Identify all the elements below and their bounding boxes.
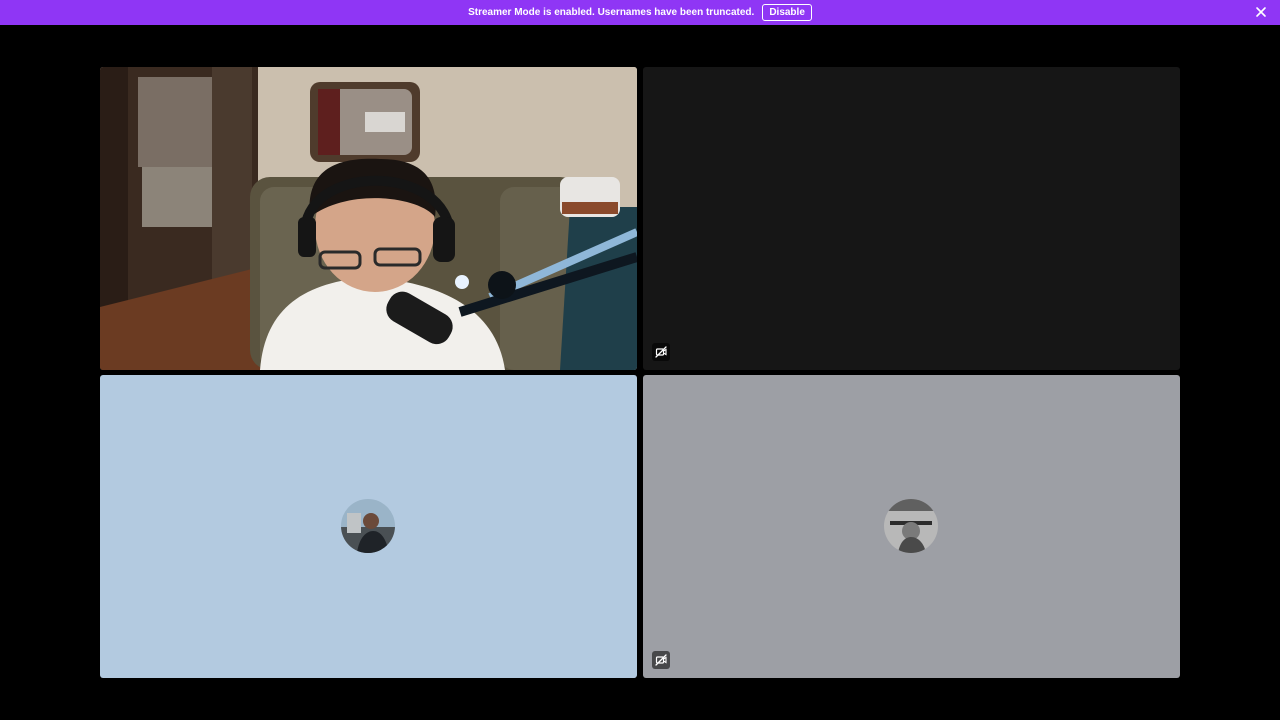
video-off-icon — [652, 651, 670, 669]
video-off-icon — [652, 343, 670, 361]
disable-streamer-mode-button[interactable]: Disable — [762, 4, 812, 21]
participant-tile-avatar[interactable] — [100, 375, 637, 678]
call-stage — [0, 25, 1280, 720]
avatar — [884, 499, 938, 553]
participant-tile-avatar-camera-off[interactable] — [643, 375, 1180, 678]
avatar — [341, 499, 395, 553]
close-icon[interactable] — [1254, 5, 1268, 19]
streamer-mode-banner: Streamer Mode is enabled. Usernames have… — [0, 0, 1280, 25]
streamer-mode-message: Streamer Mode is enabled. Usernames have… — [468, 7, 755, 18]
participant-tile-video[interactable] — [100, 67, 637, 370]
camera-feed — [100, 67, 637, 370]
participant-tile-camera-off[interactable] — [643, 67, 1180, 370]
